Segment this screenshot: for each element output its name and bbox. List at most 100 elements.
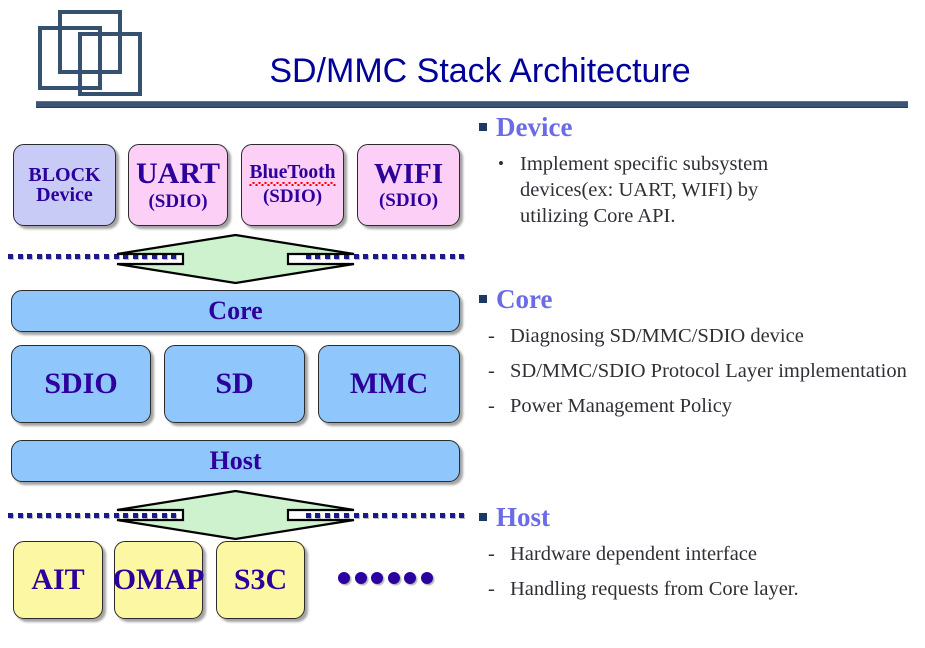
- slide-canvas: SD/MMC Stack Architecture BLOCK Device U…: [0, 0, 925, 648]
- panel-section-core: Core - Diagnosing SD/MMC/SDIO device - SD/MM…: [476, 284, 922, 419]
- boundary-dot: [382, 513, 388, 518]
- section-heading: Device: [476, 112, 922, 142]
- box-label: SD: [215, 366, 254, 400]
- boundary-dot: [392, 254, 397, 259]
- diagram-box-mmc[interactable]: MMC: [318, 345, 460, 423]
- boundary-dot: [401, 513, 407, 518]
- section-heading: Host: [476, 502, 922, 532]
- boundary-dot: [17, 254, 23, 259]
- ellipsis-dot: [338, 572, 350, 584]
- box-line-2: (SDIO): [148, 190, 208, 212]
- bullet-item: - Diagnosing SD/MMC/SDIO device: [476, 323, 922, 349]
- section-bullet-list: - Hardware dependent interface - Handling r…: [476, 541, 922, 602]
- ellipsis-dot: [404, 572, 416, 584]
- box-line-2: (SDIO): [378, 190, 439, 212]
- boundary-dot: [430, 513, 436, 518]
- bullet-text: Diagnosing SD/MMC/SDIO device: [510, 325, 804, 347]
- diagram-box-omap[interactable]: OMAP: [113, 541, 204, 619]
- square-bullet-icon: [479, 295, 487, 303]
- diagram-box-uart[interactable]: UART (SDIO): [128, 144, 228, 226]
- box-line-1: UART: [136, 157, 220, 191]
- boundary-dot: [75, 513, 81, 518]
- boundary-dot: [430, 254, 436, 259]
- diagram-box-bluetooth[interactable]: BlueTooth (SDIO): [241, 144, 344, 226]
- square-bullet-icon: [479, 123, 487, 131]
- bullet-item: - Power Management Policy: [476, 393, 922, 419]
- bullet-item: • Implement specific subsystem devices(ex…: [476, 151, 830, 229]
- boundary-dot: [420, 513, 426, 518]
- boundary-dot: [401, 254, 407, 259]
- panel-section-host: Host - Hardware dependent interface - Handli…: [476, 502, 922, 602]
- title-divider: [36, 101, 908, 108]
- ellipsis-dot: [420, 572, 433, 584]
- section-heading-label: Device: [496, 112, 573, 142]
- box-label: S3C: [233, 562, 288, 596]
- diagram-box-core[interactable]: Core: [11, 290, 460, 332]
- boundary-dot: [46, 254, 52, 259]
- boundary-dot: [36, 254, 42, 259]
- bullet-item: - SD/MMC/SDIO Protocol Layer implementati…: [476, 358, 922, 384]
- box-label: Core: [208, 295, 263, 325]
- boundary-dot: [449, 254, 455, 259]
- box-label: MMC: [349, 366, 429, 400]
- section-heading-label: Core: [496, 284, 553, 314]
- boundary-dot: [372, 513, 378, 518]
- box-line-1: BlueTooth: [248, 162, 337, 187]
- box-line-1: BLOCK: [28, 163, 101, 186]
- diagram-box-ait[interactable]: AIT: [13, 541, 103, 619]
- boundary-dot: [56, 254, 61, 259]
- boundary-dot: [27, 513, 33, 518]
- boundary-dot: [17, 513, 23, 518]
- dash-bullet-icon: -: [488, 578, 495, 600]
- boundary-dot: [8, 254, 13, 259]
- diagram-box-block-device[interactable]: BLOCK Device: [13, 144, 116, 226]
- section-bullet-list: • Implement specific subsystem devices(ex…: [476, 151, 922, 229]
- bullet-text: Implement specific subsystem devices(ex:…: [520, 153, 769, 227]
- dash-bullet-icon: -: [488, 360, 495, 382]
- square-bullet-icon: [479, 513, 487, 521]
- boundary-dot: [449, 513, 455, 518]
- boundary-dot: [363, 513, 369, 518]
- dash-bullet-icon: -: [488, 543, 495, 565]
- ellipsis-dot: [387, 572, 400, 584]
- diagram-box-sd[interactable]: SD: [164, 345, 305, 423]
- bullet-text: Hardware dependent interface: [510, 543, 757, 565]
- boundary-dot: [94, 254, 100, 259]
- boundary-dot: [46, 513, 52, 518]
- diagram-box-s3c[interactable]: S3C: [216, 541, 305, 619]
- box-line-2: (SDIO): [262, 186, 323, 208]
- boundary-dot: [56, 513, 61, 518]
- box-label: AIT: [31, 562, 85, 596]
- diagram-box-sdio[interactable]: SDIO: [11, 345, 151, 423]
- boundary-dot: [94, 513, 100, 518]
- dash-bullet-icon: -: [488, 325, 495, 347]
- dash-bullet-icon: -: [488, 395, 495, 417]
- overlapping-squares-logo: [36, 8, 148, 100]
- bullet-text: Handling requests from Core layer.: [510, 578, 799, 600]
- boundary-dot: [411, 513, 417, 518]
- bullet-text: SD/MMC/SDIO Protocol Layer implementatio…: [510, 360, 907, 382]
- diagram-box-wifi[interactable]: WIFI (SDIO): [357, 144, 460, 226]
- boundary-dot: [372, 254, 378, 259]
- host-vendor-double-arrow: [108, 489, 363, 541]
- section-heading: Core: [476, 284, 922, 314]
- section-bullet-list: - Diagnosing SD/MMC/SDIO device - SD/MMC/SD…: [476, 323, 922, 419]
- boundary-dot: [382, 254, 388, 259]
- boundary-dot: [36, 513, 42, 518]
- boundary-dot: [65, 513, 71, 518]
- boundary-dot: [84, 513, 90, 518]
- diagram-box-host[interactable]: Host: [11, 440, 460, 482]
- box-label: SDIO: [44, 366, 118, 400]
- bullet-text: Power Management Policy: [510, 395, 733, 417]
- boundary-dot: [459, 254, 465, 259]
- boundary-dot: [8, 513, 13, 518]
- boundary-dot: [84, 254, 90, 259]
- boundary-dot: [459, 513, 465, 518]
- bullet-item: - Hardware dependent interface: [476, 541, 922, 567]
- boundary-dot: [420, 254, 426, 259]
- boundary-dot: [411, 254, 417, 259]
- box-line-1: WIFI: [373, 157, 444, 190]
- round-bullet-icon: •: [498, 154, 504, 173]
- boundary-dot: [440, 254, 445, 259]
- ellipsis-dot: [371, 572, 383, 584]
